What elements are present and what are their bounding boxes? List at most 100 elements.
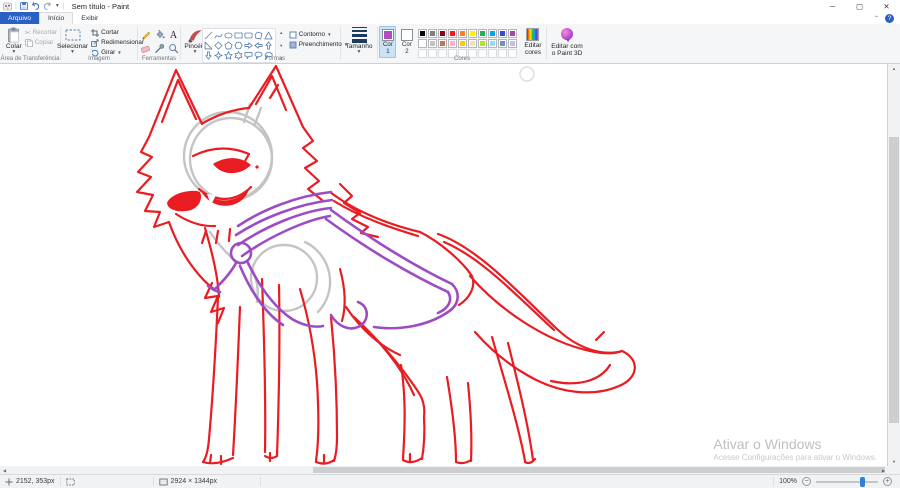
- shape-arrow-up[interactable]: [264, 40, 274, 50]
- shapes-scroll-up-icon[interactable]: ▲: [278, 29, 285, 36]
- shape-rounded-rectangle[interactable]: [244, 30, 254, 40]
- shape-pentagon[interactable]: [224, 40, 234, 50]
- palette-swatch[interactable]: [497, 28, 507, 38]
- help-icon[interactable]: ?: [885, 13, 894, 23]
- vertical-scrollbar[interactable]: ▲ ▼: [888, 64, 900, 466]
- shape-oval[interactable]: [224, 30, 234, 40]
- size-button[interactable]: Tamanho ▼: [342, 26, 375, 63]
- edit-paint3d-label: Editar com o Paint 3D: [551, 43, 583, 57]
- shapes-scroll-down-icon[interactable]: ▼: [278, 42, 285, 49]
- scroll-up-icon[interactable]: ▲: [888, 64, 900, 73]
- palette-swatch[interactable]: [437, 38, 447, 48]
- color1-button[interactable]: Cor 1: [379, 26, 397, 58]
- palette-swatch[interactable]: [427, 28, 437, 38]
- chevron-down-icon: ▼: [356, 49, 362, 55]
- rotate-label: Girar: [101, 49, 116, 56]
- crop-label: Cortar: [101, 29, 119, 36]
- palette-swatch[interactable]: [477, 38, 487, 48]
- zoom-slider[interactable]: [816, 476, 878, 487]
- shape-right-triangle[interactable]: [204, 40, 214, 50]
- color2-swatch: [400, 29, 413, 41]
- quick-access-toolbar: | ▼ | Sem título - Paint: [0, 0, 129, 12]
- color2-button[interactable]: Cor 2: [398, 26, 415, 58]
- palette-swatch[interactable]: [437, 28, 447, 38]
- eraser-tool[interactable]: [139, 42, 152, 55]
- copy-button[interactable]: Copiar: [24, 38, 57, 47]
- palette-swatch[interactable]: [417, 28, 427, 38]
- minimize-button[interactable]: ─: [819, 0, 846, 12]
- scroll-right-icon[interactable]: ▶: [879, 466, 888, 474]
- copy-icon: [24, 38, 33, 47]
- group-colors: Cor 1 Cor 2 Editar cores Cores: [378, 24, 546, 63]
- palette-swatch[interactable]: [417, 38, 427, 48]
- palette-swatch[interactable]: [447, 28, 457, 38]
- palette-swatch[interactable]: [457, 28, 467, 38]
- shape-diamond[interactable]: [214, 40, 224, 50]
- redo-icon[interactable]: [43, 2, 52, 10]
- zoom-in-button[interactable]: +: [883, 477, 892, 486]
- shape-arrow-right[interactable]: [244, 40, 254, 50]
- crop-icon: [91, 28, 100, 37]
- chevron-down-icon: ▼: [327, 32, 332, 37]
- pencil-tool[interactable]: [139, 28, 152, 41]
- tab-view[interactable]: Exibir: [73, 12, 106, 24]
- ribbon: Colar ▼ ✂ Recortar Copiar Área de Transf…: [0, 24, 900, 64]
- save-icon[interactable]: [19, 2, 28, 10]
- horizontal-scrollbar-thumb[interactable]: [313, 467, 885, 473]
- statusbar: 2152, 353px 2924 × 1344px 100% − +: [0, 474, 900, 488]
- qat-dropdown-icon[interactable]: ▼: [55, 3, 60, 9]
- magnifier-tool[interactable]: [167, 42, 180, 55]
- sketch-purple-harness: [206, 190, 459, 330]
- palette-swatch[interactable]: [427, 38, 437, 48]
- palette-swatch[interactable]: [447, 38, 457, 48]
- close-button[interactable]: ✕: [873, 0, 900, 12]
- text-tool[interactable]: A: [167, 28, 180, 41]
- svg-text:A: A: [169, 30, 177, 40]
- shape-arrow-left[interactable]: [254, 40, 264, 50]
- palette-swatch[interactable]: [467, 38, 477, 48]
- palette-swatch[interactable]: [457, 38, 467, 48]
- palette-swatch[interactable]: [487, 38, 497, 48]
- group-size: Tamanho ▼: [341, 24, 377, 63]
- tab-file[interactable]: Arquivo: [0, 12, 40, 24]
- drawing-canvas[interactable]: [0, 64, 888, 466]
- palette-swatch[interactable]: [477, 28, 487, 38]
- crop-button[interactable]: Cortar: [91, 28, 144, 37]
- palette-swatch[interactable]: [497, 38, 507, 48]
- edit-paint3d-button[interactable]: Editar com o Paint 3D: [548, 26, 586, 63]
- outline-icon: [289, 31, 297, 39]
- outline-button[interactable]: Contorno ▼: [289, 30, 348, 39]
- shape-triangle[interactable]: [264, 30, 274, 40]
- undo-icon[interactable]: [31, 2, 40, 10]
- paint-app-icon: [3, 2, 12, 11]
- palette-swatch[interactable]: [467, 28, 477, 38]
- shape-line[interactable]: [204, 30, 214, 40]
- shape-polygon[interactable]: [254, 30, 264, 40]
- shape-hexagon[interactable]: [234, 40, 244, 50]
- scroll-down-icon[interactable]: ▼: [888, 457, 900, 466]
- tab-home[interactable]: Início: [39, 12, 74, 24]
- zoom-out-button[interactable]: −: [802, 477, 811, 486]
- fill-button[interactable]: Preenchimento ▼: [289, 40, 348, 49]
- shape-curve[interactable]: [214, 30, 224, 40]
- scroll-left-icon[interactable]: ◀: [0, 466, 9, 474]
- shape-rectangle[interactable]: [234, 30, 244, 40]
- maximize-button[interactable]: ▢: [846, 0, 873, 12]
- zoom-slider-thumb[interactable]: [860, 476, 865, 487]
- selection-size-cell: [61, 475, 153, 488]
- ribbon-tabs: Arquivo Início Exibir ⌃ ?: [0, 12, 900, 24]
- palette-swatch[interactable]: [507, 28, 517, 38]
- outline-label: Contorno: [298, 31, 326, 38]
- group-label-colors: Cores: [453, 56, 470, 62]
- horizontal-scrollbar[interactable]: ◀ ▶: [0, 466, 888, 474]
- fill-tool[interactable]: [153, 28, 166, 41]
- vertical-scrollbar-thumb[interactable]: [889, 137, 899, 423]
- palette-swatch[interactable]: [507, 38, 517, 48]
- collapse-ribbon-icon[interactable]: ⌃: [874, 15, 879, 22]
- group-label-clipboard: Área de Transferência: [0, 56, 60, 62]
- color-picker-tool[interactable]: [153, 42, 166, 55]
- cut-button[interactable]: ✂ Recortar: [25, 28, 57, 37]
- palette-swatch[interactable]: [487, 28, 497, 38]
- resize-button[interactable]: Redimensionar: [91, 38, 144, 47]
- cursor-position-value: 2152, 353px: [16, 478, 55, 485]
